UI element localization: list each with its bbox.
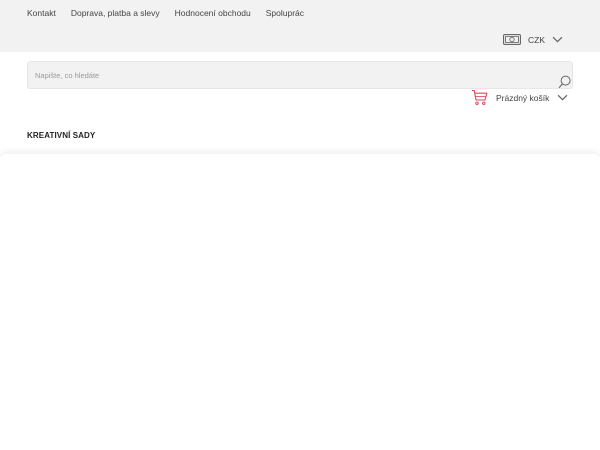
nav-link-doprava[interactable]: Doprava, platba a slevy [71, 8, 160, 18]
top-navigation: Kontakt Doprava, platba a slevy Hodnocen… [27, 8, 304, 18]
search-box [27, 61, 573, 89]
nav-link-kontakt[interactable]: Kontakt [27, 8, 56, 18]
chevron-down-icon [557, 94, 568, 101]
money-icon [503, 34, 521, 45]
content-area [0, 154, 600, 450]
search-icon[interactable] [558, 75, 571, 89]
cart-icon [471, 89, 488, 106]
cart-button[interactable]: Prázdný košík [471, 89, 568, 106]
category-title: KREATIVNÍ SADY [27, 131, 96, 140]
top-bar: Kontakt Doprava, platba a slevy Hodnocen… [0, 0, 600, 52]
search-input[interactable] [35, 62, 535, 88]
cart-label: Prázdný košík [496, 92, 550, 103]
currency-label: CZK [528, 34, 545, 45]
nav-link-spoluprace[interactable]: Spolupráce [266, 8, 304, 18]
chevron-down-icon [552, 36, 563, 43]
nav-link-hodnoceni[interactable]: Hodnocení obchodu [175, 8, 251, 18]
currency-selector[interactable]: CZK [503, 34, 563, 45]
